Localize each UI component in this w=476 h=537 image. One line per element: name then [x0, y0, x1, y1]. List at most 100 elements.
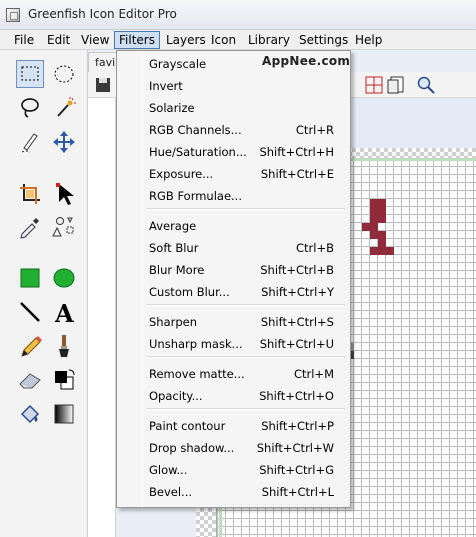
- fill-tool-icon[interactable]: [16, 400, 44, 428]
- menu-item-label: Drop shadow...: [149, 441, 235, 455]
- filters-menu-item-paint-contour[interactable]: Paint contour Shift+Ctrl+P: [119, 415, 348, 437]
- menu-item-label: Remove matte...: [149, 367, 245, 381]
- menu-item-shortcut: Shift+Ctrl+W: [256, 441, 334, 455]
- app-icon: [6, 8, 20, 22]
- menu-item-label: Solarize: [149, 101, 195, 115]
- document-tab-label: favi: [95, 56, 116, 69]
- menu-item-shortcut: Ctrl+M: [293, 367, 334, 381]
- menu-item-label: Opacity...: [149, 389, 203, 403]
- menu-separator: [147, 408, 345, 410]
- filters-menu-item-glow[interactable]: Glow... Shift+Ctrl+G: [119, 459, 348, 481]
- menu-separator: [147, 208, 345, 210]
- menu-item-label: Soft Blur: [149, 241, 199, 255]
- menu-file[interactable]: File: [10, 31, 38, 49]
- pencil-tool-icon[interactable]: [16, 332, 44, 360]
- menu-item-shortcut: Shift+Ctrl+S: [260, 315, 334, 329]
- canvas-pixel: [370, 199, 378, 207]
- pointer-tool-icon[interactable]: [50, 180, 78, 208]
- menu-help[interactable]: Help: [351, 31, 386, 49]
- menu-item-label: Bevel...: [149, 485, 193, 499]
- filters-menu-item-remove-matte[interactable]: Remove matte... Ctrl+M: [119, 363, 348, 385]
- menu-item-label: Sharpen: [149, 315, 198, 329]
- menu-item-shortcut: Shift+Ctrl+U: [259, 337, 334, 351]
- canvas-pixel: [362, 223, 370, 231]
- canvas-pixel: [378, 215, 386, 223]
- filters-menu-item-rgb-formulae[interactable]: RGB Formulae...: [119, 185, 348, 207]
- menu-item-shortcut: Ctrl+B: [296, 241, 334, 255]
- filters-menu-item-rgb-channels[interactable]: RGB Channels... Ctrl+R: [119, 119, 348, 141]
- menu-item-shortcut: Shift+Ctrl+P: [261, 419, 334, 433]
- menu-item-label: Hue/Saturation...: [149, 145, 247, 159]
- filters-menu-item-invert[interactable]: Invert: [119, 75, 348, 97]
- menu-item-shortcut: Shift+Ctrl+G: [259, 463, 334, 477]
- filters-menu-item-exposure[interactable]: Exposure... Shift+Ctrl+E: [119, 163, 348, 185]
- gradient-tool-icon[interactable]: [50, 400, 78, 428]
- color-picker-tool-icon[interactable]: [16, 212, 44, 240]
- filters-menu-item-blur-more[interactable]: Blur More Shift+Ctrl+B: [119, 259, 348, 281]
- filters-menu-item-soft-blur[interactable]: Soft Blur Ctrl+B: [119, 237, 348, 259]
- layer-list[interactable]: [88, 98, 116, 537]
- rect-select-tool-icon[interactable]: [16, 60, 44, 88]
- menu-library[interactable]: Library: [244, 31, 294, 49]
- text-tool-icon[interactable]: A: [50, 298, 78, 328]
- move-tool-icon[interactable]: [50, 128, 78, 156]
- menu-item-label: Average: [149, 219, 197, 233]
- menu-edit[interactable]: Edit: [43, 31, 74, 49]
- watermark-text: AppNee.com: [262, 54, 351, 68]
- toolbox: A: [0, 50, 88, 537]
- view-mode-icon[interactable]: [386, 75, 406, 95]
- canvas-pixel: [370, 231, 378, 239]
- menu-item-shortcut: Shift+Ctrl+L: [261, 485, 334, 499]
- menu-filters[interactable]: Filters: [114, 31, 160, 49]
- menu-item-shortcut: Shift+Ctrl+E: [260, 167, 334, 181]
- menu-item-shortcut: Ctrl+R: [295, 123, 334, 137]
- save-icon[interactable]: [94, 76, 112, 94]
- lasso-tool-icon[interactable]: [16, 94, 44, 122]
- menu-icon[interactable]: Icon: [207, 31, 240, 49]
- menu-item-label: Glow...: [149, 463, 188, 477]
- menu-item-shortcut: Shift+Ctrl+H: [259, 145, 334, 159]
- brush-tool-icon[interactable]: [50, 332, 78, 360]
- filters-menu-item-unsharp-mask[interactable]: Unsharp mask... Shift+Ctrl+U: [119, 333, 348, 355]
- svg-text:A: A: [54, 299, 74, 326]
- grid-toggle-icon[interactable]: [364, 75, 384, 95]
- filters-menu-item-average[interactable]: Average: [119, 215, 348, 237]
- filters-menu-item-hue-saturation[interactable]: Hue/Saturation... Shift+Ctrl+H: [119, 141, 348, 163]
- menu-item-shortcut: Shift+Ctrl+Y: [261, 285, 334, 299]
- zoom-icon[interactable]: [416, 75, 436, 95]
- menu-layers[interactable]: Layers: [162, 31, 210, 49]
- menu-item-label: RGB Channels...: [149, 123, 242, 137]
- menu-item-label: RGB Formulae...: [149, 189, 242, 203]
- menu-bar: File Edit View Filters Layers Icon Libra…: [0, 30, 476, 50]
- ellipse-select-tool-icon[interactable]: [50, 60, 78, 88]
- shapes-tool-icon[interactable]: [50, 212, 78, 240]
- rectangle-tool-icon[interactable]: [16, 264, 44, 292]
- filters-menu-item-drop-shadow[interactable]: Drop shadow... Shift+Ctrl+W: [119, 437, 348, 459]
- filters-menu-item-custom-blur[interactable]: Custom Blur... Shift+Ctrl+Y: [119, 281, 348, 303]
- window-title: Greenfish Icon Editor Pro: [28, 7, 177, 21]
- menu-item-shortcut: Shift+Ctrl+B: [260, 263, 334, 277]
- crop-tool-icon[interactable]: [16, 180, 44, 208]
- filters-menu-item-bevel[interactable]: Bevel... Shift+Ctrl+L: [119, 481, 348, 503]
- canvas-pixel: [370, 223, 378, 231]
- canvas-pixel: [378, 239, 386, 247]
- eraser-tool-icon[interactable]: [16, 366, 44, 394]
- menu-settings[interactable]: Settings: [295, 31, 352, 49]
- line-tool-icon[interactable]: [16, 298, 44, 326]
- freehand-select-tool-icon[interactable]: [16, 128, 44, 156]
- canvas-pixel: [378, 247, 386, 255]
- filters-menu-item-opacity[interactable]: Opacity... Shift+Ctrl+O: [119, 385, 348, 407]
- filters-menu-item-solarize[interactable]: Solarize: [119, 97, 348, 119]
- menu-view[interactable]: View: [77, 31, 113, 49]
- magic-wand-tool-icon[interactable]: [50, 94, 78, 122]
- filters-menu: Grayscale Invert Solarize RGB Channels... Ct…: [116, 50, 351, 508]
- menu-item-label: Blur More: [149, 263, 205, 277]
- menu-separator: [147, 304, 345, 306]
- menu-item-label: Unsharp mask...: [149, 337, 243, 351]
- title-bar: Greenfish Icon Editor Pro: [0, 0, 476, 30]
- filters-menu-item-sharpen[interactable]: Sharpen Shift+Ctrl+S: [119, 311, 348, 333]
- canvas-pixel: [378, 199, 386, 207]
- ellipse-tool-icon[interactable]: [50, 264, 78, 292]
- swap-colors-icon[interactable]: [50, 366, 78, 394]
- canvas-pixel: [378, 207, 386, 215]
